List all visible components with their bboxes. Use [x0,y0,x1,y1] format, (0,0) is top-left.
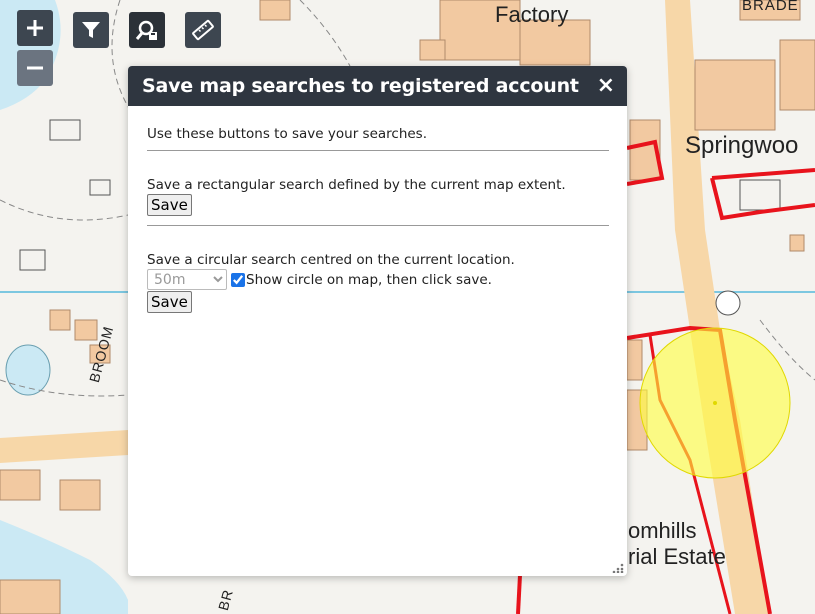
radius-select[interactable]: 50m [147,269,227,290]
map-label-estate-line1: omhills [628,518,697,543]
intro-text: Use these buttons to save your searches. [147,126,428,142]
panel-title: Save map searches to registered account [142,75,579,97]
close-button[interactable]: × [597,75,615,97]
resize-grip-icon[interactable] [612,563,624,573]
minus-icon [27,66,43,70]
ruler-icon [192,19,214,41]
close-icon: × [596,73,615,98]
panel-header[interactable]: Save map searches to registered account … [128,66,627,106]
rect-search-label: Save a rectangular search defined by the… [147,177,566,193]
map-label-brade: BRADE [742,0,799,14]
circle-search-label: Save a circular search centred on the cu… [147,252,515,268]
filter-icon [82,22,100,38]
divider [147,150,609,151]
filter-button[interactable] [73,12,109,48]
search-save-icon [135,20,157,40]
panel-body: Use these buttons to save your searches.… [128,126,627,313]
circle-options-row: 50m Show circle on map, then click save. [147,269,609,290]
save-searches-panel: Save map searches to registered account … [128,66,627,576]
divider [147,225,609,226]
map-label-factory: Factory [495,2,569,27]
plus-icon [27,20,43,36]
show-circle-checkbox[interactable] [231,272,245,287]
show-circle-label: Show circle on map, then click save. [246,271,492,288]
zoom-out-button[interactable] [17,50,53,86]
zoom-in-button[interactable] [17,10,53,46]
map-label-springwood: Springwoo [685,132,799,159]
search-save-button[interactable] [129,12,165,48]
save-circle-search-button[interactable]: Save [147,291,192,313]
save-rect-search-button[interactable]: Save [147,194,192,216]
map-label-estate-line2: rial Estate [628,544,726,569]
measure-button[interactable] [185,12,221,48]
